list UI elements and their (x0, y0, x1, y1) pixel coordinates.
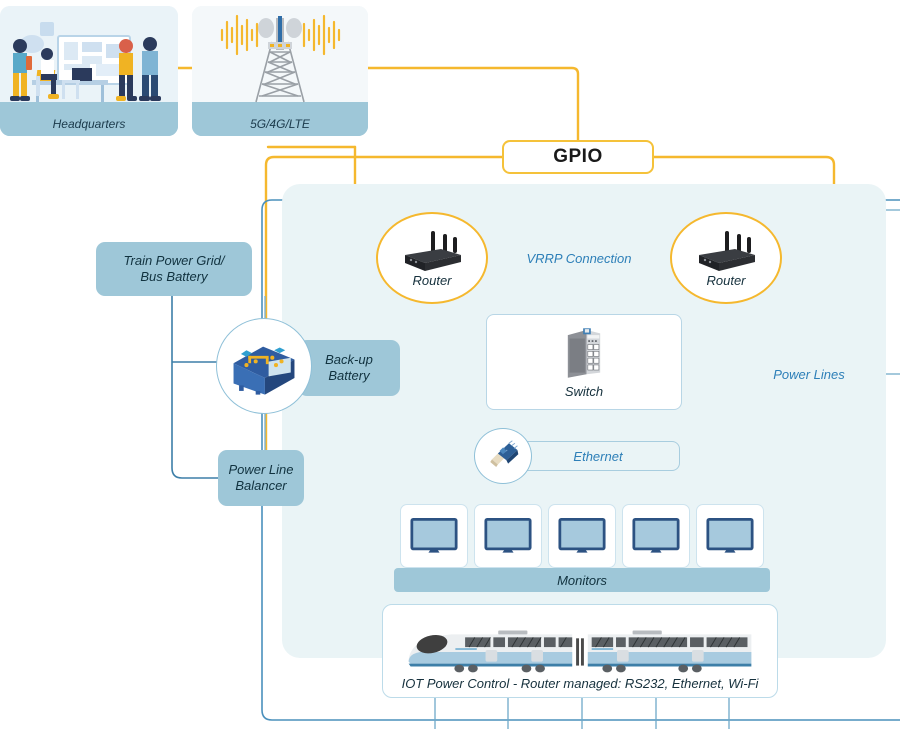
router-icon (699, 230, 755, 271)
router-left[interactable]: Router (376, 212, 488, 304)
monitor-icon (632, 518, 680, 553)
router-right-label: Router (706, 272, 746, 288)
monitors-bar: Monitors (394, 568, 770, 592)
power-line-balancer-box[interactable]: Power Line Balancer (218, 450, 304, 506)
monitor-1[interactable] (400, 504, 468, 568)
switch-label: Switch (564, 383, 604, 399)
car-battery-icon (233, 346, 295, 395)
train-caption: IOT Power Control - Router managed: RS23… (401, 676, 759, 691)
router-right[interactable]: Router (670, 212, 782, 304)
backup-battery-line1: Back-up (325, 351, 373, 367)
monitor-icon (706, 518, 754, 553)
power-lines-label: Power Lines (773, 366, 845, 382)
vrrp-connection-label: VRRP Connection (526, 250, 632, 266)
ethernet-label: Ethernet (573, 448, 623, 464)
router-left-label: Router (412, 272, 452, 288)
monitors-label: Monitors (557, 572, 607, 588)
cellular-label: 5G/4G/LTE (192, 112, 368, 136)
monitor-5[interactable] (696, 504, 764, 568)
switch-box[interactable]: Switch (486, 314, 682, 410)
monitor-3[interactable] (548, 504, 616, 568)
gpio-label: GPIO (553, 146, 603, 167)
headquarters-label: Headquarters (0, 112, 178, 136)
monitor-4[interactable] (622, 504, 690, 568)
rj45-connector-circle (474, 428, 532, 484)
monitor-icon (410, 518, 458, 553)
cellular-tower-card: 5G/4G/LTE (192, 6, 368, 136)
monitor-icon (484, 518, 532, 553)
power-line-balancer-line1: Power Line (228, 461, 294, 477)
headquarters-card: Headquarters (0, 6, 178, 136)
monitor-2[interactable] (474, 504, 542, 568)
backup-battery-line2: Battery (328, 368, 370, 383)
train-power-grid-box[interactable]: Train Power Grid/ Bus Battery (96, 242, 252, 296)
backup-battery-box[interactable]: Back-up Battery (298, 340, 400, 396)
ethernet-box[interactable]: Ethernet (516, 441, 680, 471)
network-switch-icon (567, 327, 601, 378)
router-icon (405, 230, 461, 271)
power-line-balancer-line2: Balancer (235, 478, 287, 493)
backup-battery-circle (216, 318, 312, 414)
network-diagram-canvas: Headquarters 5G/4G/LTE GPIO Router Route… (0, 0, 900, 729)
monitor-icon (558, 518, 606, 553)
train-power-grid-line1: Train Power Grid/ (123, 252, 225, 268)
rj45-connector-icon (490, 440, 519, 468)
train-power-grid-line2: Bus Battery (140, 269, 208, 284)
high-speed-train-icon (408, 630, 752, 673)
train-card: IOT Power Control - Router managed: RS23… (382, 604, 778, 698)
gpio-box[interactable]: GPIO (502, 140, 654, 174)
